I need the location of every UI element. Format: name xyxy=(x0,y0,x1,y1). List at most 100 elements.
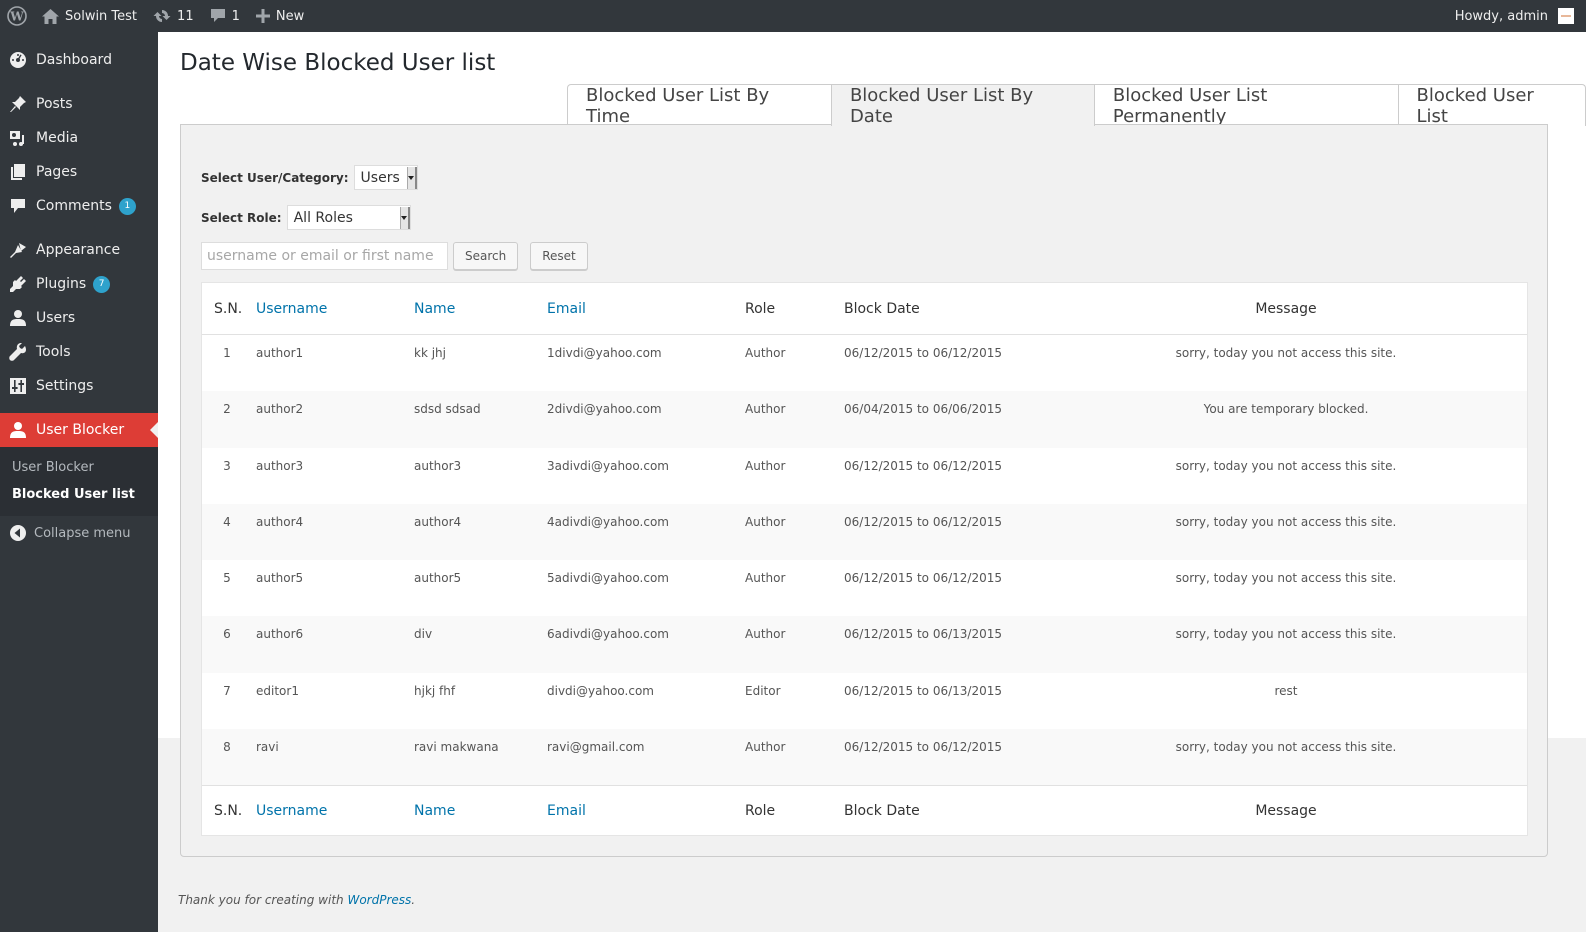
column-footer-username[interactable]: Username xyxy=(256,803,414,819)
column-header-name[interactable]: Name xyxy=(414,301,547,317)
updates-count: 11 xyxy=(177,8,194,24)
cell-sn: 4 xyxy=(223,514,231,529)
comment-icon xyxy=(210,8,226,24)
cell-date: 06/12/2015 to 06/12/2015 xyxy=(844,346,1003,360)
category-select[interactable]: Users xyxy=(353,165,418,190)
home-icon xyxy=(42,8,59,24)
wordpress-logo-button[interactable]: W xyxy=(0,0,34,32)
cell-date: 06/12/2015 to 06/13/2015 xyxy=(844,683,1003,698)
cell-username: author3 xyxy=(256,458,304,473)
footer-credit: Thank you for creating with WordPress. xyxy=(178,893,415,907)
search-row: Search Reset xyxy=(201,242,588,270)
sidebar-item-label: Posts xyxy=(36,96,73,112)
sidebar-item-label: Tools xyxy=(36,344,71,360)
comments-count: 1 xyxy=(231,8,240,24)
cell-role: Author xyxy=(745,740,786,755)
cell-sn: 1 xyxy=(223,346,231,360)
cell-date: 06/12/2015 to 06/12/2015 xyxy=(844,458,1003,473)
column-footer-role: Role xyxy=(745,802,776,819)
wrench-icon xyxy=(9,343,27,361)
sidebar-item-label: Media xyxy=(36,130,79,146)
cell-message: sorry, today you not access this site. xyxy=(1175,346,1397,360)
cell-username: author6 xyxy=(256,627,304,642)
cell-email: divdi@yahoo.com xyxy=(547,683,654,698)
cell-sn: 3 xyxy=(223,458,231,473)
new-label: New xyxy=(275,8,305,24)
collapse-menu-label: Collapse menu xyxy=(34,525,131,541)
sidebar-item-label: Appearance xyxy=(36,242,121,258)
tab-permanently[interactable]: Blocked User List Permanently xyxy=(1093,84,1399,127)
sidebar-item-label: Dashboard xyxy=(36,52,112,68)
tab-blocked-user-list[interactable]: Blocked User List xyxy=(1397,84,1586,127)
tab-by-date[interactable]: Blocked User List By Date xyxy=(830,84,1095,127)
svg-text:W: W xyxy=(9,10,24,24)
my-account[interactable]: Howdy, admin xyxy=(1455,0,1586,32)
cell-date: 06/12/2015 to 06/12/2015 xyxy=(844,740,1003,755)
sidebar-item-plugins[interactable]: Plugins 7 xyxy=(0,267,158,301)
comment-icon xyxy=(9,197,27,215)
role-select[interactable]: All Roles xyxy=(286,205,411,230)
cell-message: sorry, today you not access this site. xyxy=(1175,458,1397,473)
cell-role: Author xyxy=(745,458,786,473)
chevron-down-icon xyxy=(406,167,417,189)
collapse-menu-button[interactable]: Collapse menu xyxy=(0,516,158,550)
cell-date: 06/04/2015 to 06/06/2015 xyxy=(844,402,1003,417)
plus-icon xyxy=(255,9,270,23)
new-content-link[interactable]: New xyxy=(248,0,312,32)
sidebar-item-label: Settings xyxy=(36,378,94,394)
tab-by-time[interactable]: Blocked User List By Time xyxy=(567,84,832,127)
sidebar-item-appearance[interactable]: Appearance xyxy=(0,233,158,267)
comments-link[interactable]: 1 xyxy=(202,0,248,32)
sidebar-item-dashboard[interactable]: Dashboard xyxy=(0,43,158,77)
cell-email: 3adivdi@yahoo.com xyxy=(547,458,669,473)
howdy-text: Howdy, admin xyxy=(1454,8,1548,24)
submenu-item-user-blocker[interactable]: User Blocker xyxy=(0,454,158,481)
cell-name: div xyxy=(414,627,433,642)
site-name-link[interactable]: Solwin Test xyxy=(34,0,145,32)
brush-icon xyxy=(9,241,27,259)
sidebar-item-label: Plugins xyxy=(36,276,87,292)
sidebar-item-user-blocker[interactable]: User Blocker xyxy=(0,413,158,447)
cell-role: Author xyxy=(745,346,786,360)
cell-email: 6adivdi@yahoo.com xyxy=(547,627,669,642)
cell-username: author2 xyxy=(256,402,304,417)
user-blocker-submenu: User Blocker Blocked User list xyxy=(0,447,158,516)
sidebar-item-users[interactable]: Users xyxy=(0,301,158,335)
cell-name: author3 xyxy=(414,458,462,473)
sidebar-item-posts[interactable]: Posts xyxy=(0,87,158,121)
column-header-email[interactable]: Email xyxy=(547,301,745,317)
plugin-icon xyxy=(9,275,27,293)
cell-date: 06/12/2015 to 06/13/2015 xyxy=(844,627,1003,642)
search-button[interactable]: Search xyxy=(453,242,519,270)
sidebar-item-tools[interactable]: Tools xyxy=(0,335,158,369)
column-footer-name[interactable]: Name xyxy=(414,803,547,819)
chevron-down-icon xyxy=(399,207,410,229)
search-input[interactable] xyxy=(201,242,448,270)
sidebar-item-label: Users xyxy=(36,310,76,326)
column-header-message: Message xyxy=(1255,300,1317,317)
sidebar-item-settings[interactable]: Settings xyxy=(0,369,158,403)
column-footer-message: Message xyxy=(1255,802,1317,819)
submenu-item-blocked-user-list[interactable]: Blocked User list xyxy=(0,481,158,508)
footer-suffix: . xyxy=(411,893,416,907)
column-footer-sn: S.N. xyxy=(214,802,243,819)
sidebar-item-media[interactable]: Media xyxy=(0,121,158,155)
updates-link[interactable]: 11 xyxy=(145,0,202,32)
pages-icon xyxy=(9,163,27,181)
column-footer-email[interactable]: Email xyxy=(547,803,745,819)
column-header-username[interactable]: Username xyxy=(256,301,414,317)
reset-button[interactable]: Reset xyxy=(530,242,588,270)
table-row: 7 editor1 hjkj fhf divdi@yahoo.com Editor 06/… xyxy=(202,673,1527,729)
cell-message: sorry, today you not access this site. xyxy=(1175,740,1397,755)
wordpress-link[interactable]: WordPress xyxy=(347,893,411,907)
admin-bar: W Solwin Test 11 1 New Howdy, admin xyxy=(0,0,1586,32)
cell-sn: 6 xyxy=(223,627,231,642)
column-footer-block-date: Block Date xyxy=(844,802,920,819)
cell-date: 06/12/2015 to 06/12/2015 xyxy=(844,514,1003,529)
sidebar-item-comments[interactable]: Comments 1 xyxy=(0,189,158,223)
table-row: 3 author3 author3 3adivdi@yahoo.com Author 06… xyxy=(202,448,1527,504)
sidebar-item-pages[interactable]: Pages xyxy=(0,155,158,189)
pin-icon xyxy=(9,95,27,113)
blocked-users-table: S.N. Username Name Email Role Block Date… xyxy=(201,282,1528,837)
column-header-sn: S.N. xyxy=(214,300,243,317)
